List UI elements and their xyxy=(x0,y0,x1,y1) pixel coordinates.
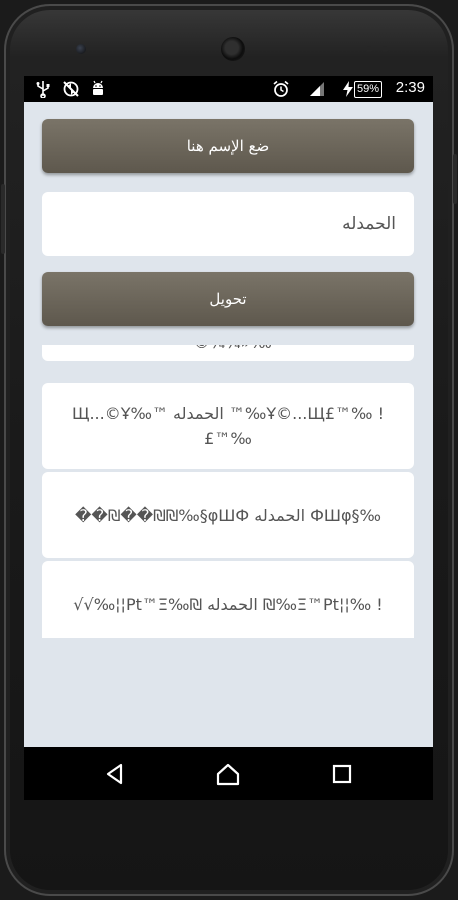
convert-button[interactable]: تحويل xyxy=(42,272,414,326)
recents-icon[interactable] xyxy=(329,761,355,787)
app-content: ضع الإسم هنا الحمدله تحويل ￼￼‰«¼¾©• ! ‰™… xyxy=(24,102,433,747)
list-item[interactable]: ! ‰￼¦¦￼Ξ™Pt‰₪ الحمدله ₪‰Pt™Ξ￼¦¦￼‰√√ xyxy=(42,561,414,638)
home-icon[interactable] xyxy=(215,761,241,787)
light-sensor xyxy=(382,46,388,52)
screen: 59% 2:39 ضع الإسم هنا الحمدله تحويل ￼￼‰«… xyxy=(24,76,433,800)
no-sync-icon xyxy=(62,80,80,98)
signal-icon xyxy=(308,80,326,98)
android-debug-icon xyxy=(90,80,106,98)
enter-name-button[interactable]: ضع الإسم هنا xyxy=(42,119,414,173)
results-list[interactable]: ￼￼‰«¼¾©• ! ‰™£Ұ©...Щ‰™ الحمدله ™‰Щ...©Ұ … xyxy=(42,345,414,638)
status-bar: 59% 2:39 xyxy=(24,76,433,102)
list-item[interactable]: ￼￼‰«¼¾©• xyxy=(42,345,414,361)
charging-bolt-icon xyxy=(342,80,354,98)
name-input[interactable]: الحمدله xyxy=(42,192,414,256)
battery-icon: 59% xyxy=(354,81,383,98)
proximity-sensor xyxy=(366,46,372,52)
power-button xyxy=(453,154,457,204)
clock: 2:39 xyxy=(395,79,425,96)
front-camera xyxy=(221,37,245,61)
navigation-bar xyxy=(24,747,433,800)
volume-button xyxy=(1,184,5,254)
back-icon[interactable] xyxy=(102,761,128,787)
phone-frame: 59% 2:39 ضع الإسم هنا الحمدله تحويل ￼￼‰«… xyxy=(1,4,457,896)
list-item[interactable]: ! ‰™£Ұ©...Щ‰™ الحمدله ™‰Щ...©Ұ ‰™£ xyxy=(42,383,414,469)
usb-icon xyxy=(36,80,50,98)
front-sensor xyxy=(76,44,86,54)
battery-level: 59% xyxy=(357,83,380,95)
list-item[interactable]: ‰§ФШφ الحمدله φШФ§‰₪￼₪￼��￼₪￼�� xyxy=(42,472,414,558)
alarm-icon xyxy=(272,80,290,98)
